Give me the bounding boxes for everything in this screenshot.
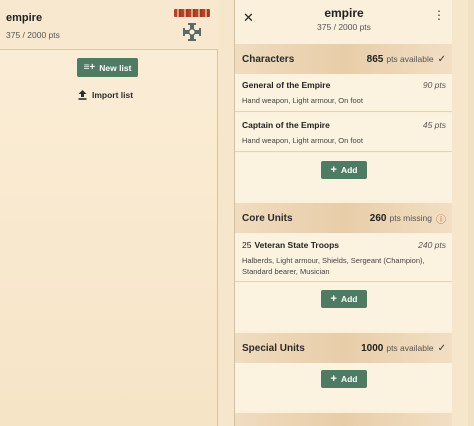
plus-icon: + — [330, 373, 337, 385]
scrollbar[interactable] — [468, 0, 474, 426]
new-list-label: New list — [99, 62, 132, 73]
import-list-label: Import list — [92, 90, 134, 100]
list-card-empire[interactable]: empire 375 / 2000 pts — [0, 0, 218, 50]
unit-name: Captain of the Empire — [242, 120, 330, 130]
section-points: 1000 — [361, 342, 384, 354]
import-list-button[interactable]: Import list — [78, 86, 138, 104]
unit-equipment: Hand weapon, Light armour, On foot — [242, 96, 363, 105]
section-status: pts available — [386, 343, 434, 353]
editor-header: ✕ empire 375 / 2000 pts ⋮ — [235, 0, 452, 40]
army-banner-image — [174, 9, 210, 17]
add-label: Add — [340, 165, 358, 175]
warning-icon: ⓘ — [436, 214, 446, 226]
lists-pane: empire 375 / 2000 pts ≡+ New list Import… — [0, 0, 218, 426]
unit-equipment: Hand weapon, Light armour, On foot — [242, 136, 363, 145]
plus-icon: + — [330, 164, 337, 176]
section-points: 865 — [366, 53, 384, 65]
section-title: Core Units — [242, 212, 293, 224]
unit-points: 240 pts — [418, 240, 446, 250]
list-points: 375 / 2000 pts — [6, 30, 60, 40]
unit-points: 45 pts — [422, 120, 446, 130]
unit-row[interactable]: 25 Veteran State Troops 240 pts Halberds,… — [235, 234, 452, 282]
section-status: pts available — [386, 54, 434, 64]
section-characters: Characters 865 pts available ✓ — [235, 44, 452, 74]
upload-icon — [78, 90, 87, 100]
add-character-button[interactable]: + Add — [321, 161, 367, 179]
unit-points: 90 pts — [422, 80, 446, 90]
unit-name: Veteran State Troops — [254, 240, 340, 250]
section-status: pts missing — [389, 213, 432, 223]
section-special-units: Special Units 1000 pts available ✓ — [235, 333, 452, 363]
unit-name: General of the Empire — [242, 80, 331, 90]
check-icon: ✓ — [437, 342, 446, 354]
add-list-icon: ≡+ — [83, 61, 96, 73]
more-vert-icon[interactable]: ⋮ — [433, 9, 445, 21]
new-list-button[interactable]: ≡+ New list — [77, 58, 138, 77]
section-title: Characters — [242, 53, 295, 65]
plus-icon: + — [330, 293, 337, 305]
add-label: Add — [340, 294, 358, 304]
list-name: empire — [6, 12, 43, 24]
list-total-points: 375 / 2000 pts — [317, 22, 371, 32]
unit-count: 25 — [242, 240, 252, 250]
section-core-units: Core Units 260 pts missing ⓘ — [235, 203, 452, 233]
unit-row[interactable]: Captain of the Empire 45 pts Hand weapon… — [235, 114, 452, 152]
empire-cross-icon — [183, 23, 201, 41]
section-points: 260 — [369, 212, 387, 224]
check-icon: ✓ — [437, 53, 446, 65]
add-special-button[interactable]: + Add — [321, 370, 367, 388]
list-editor: ✕ empire 375 / 2000 pts ⋮ Characters 865… — [234, 0, 452, 426]
unit-row[interactable]: General of the Empire 90 pts Hand weapon… — [235, 74, 452, 112]
add-core-button[interactable]: + Add — [321, 290, 367, 308]
section-title: Special Units — [242, 342, 305, 354]
unit-equipment: Halberds, Light armour, Shields, Sergean… — [242, 256, 425, 276]
section-next-partial — [235, 413, 452, 426]
list-title: empire — [324, 6, 364, 20]
add-label: Add — [340, 374, 358, 384]
